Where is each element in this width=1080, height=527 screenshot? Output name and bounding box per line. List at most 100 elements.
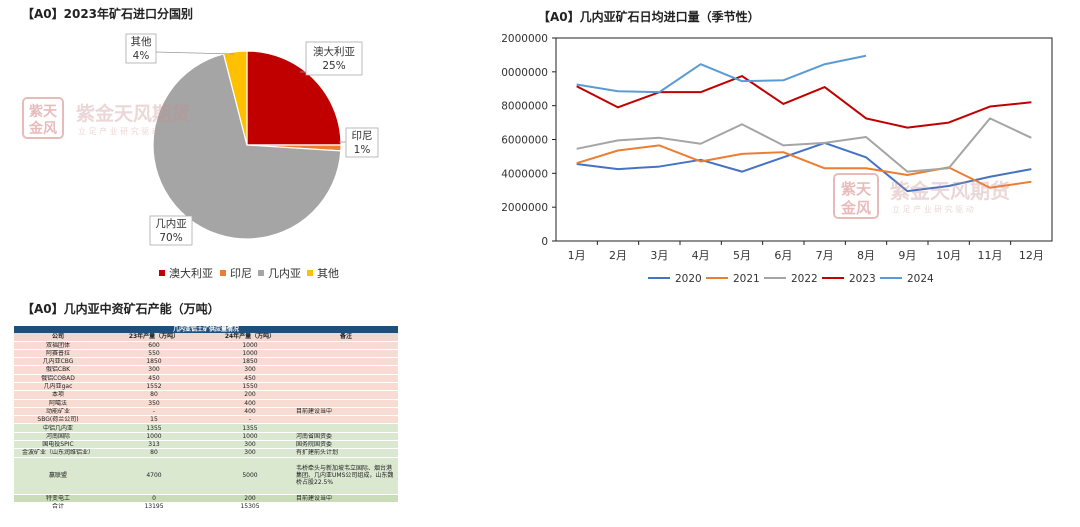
pie-label-other-pct: 4% [133,50,150,62]
table-row: 本项 80 200 [14,390,399,400]
y24-cell: 1000 [206,432,294,442]
y24-cell: 5000 [206,457,294,495]
y23-cell: 300 [102,365,206,375]
watermark-seal-bottom: 金风 [28,120,57,137]
note-cell [294,349,399,359]
y23-cell: 0 [102,494,206,503]
company-cell: 几内亚gac [14,382,102,392]
legend-label-2021: 2021 [733,273,760,285]
note-cell: 有扩建前头计划 [294,448,399,458]
x-tick-label: 12月 [1019,249,1044,262]
x-tick-label: 2月 [609,249,627,262]
note-cell [294,423,399,433]
table-row: 河南国际 1000 1000 河南省国资委 [14,432,399,442]
x-tick-label: 10月 [936,249,961,262]
x-tick-label: 6月 [774,249,792,262]
pie-label-australia-name: 澳大利亚 [313,45,355,58]
line-chart-title: 【A0】几内亚矿石日均进口量（季节性） [538,10,760,24]
legend-label-indonesia: 印尼 [230,267,252,280]
legend-label-2024: 2024 [907,273,934,285]
pie-label-guinea-pct: 70% [159,232,182,244]
legend-swatch-indonesia [220,270,226,276]
leader-line-other [155,51,235,55]
y23-cell: 15 [102,415,206,425]
note-cell [294,357,399,367]
note-cell: 国务院国资委 [294,440,399,450]
table-row: 阿噶法 350 400 [14,399,399,408]
legend-label-2023: 2023 [849,273,876,285]
note-cell [294,374,399,384]
series-line-2023 [576,75,1032,129]
watermark-seal-logo-2: 紫天 金风 [833,173,879,219]
capacity-table-container: 几内亚铝土矿供应量情况 公司 23年产量（万吨） 24年产量（万吨） 备注 双福… [14,326,399,512]
series-line-2022 [576,117,1032,173]
table-row: 国电投SPIC 313 300 国务院国资委 [14,440,399,450]
company-cell: 阿噶法 [14,399,102,408]
pie-label-other-name: 其他 [131,35,152,48]
y24-cell: 1850 [206,357,294,367]
note-cell [294,415,399,425]
y24-cell: 300 [206,448,294,458]
column-header-y24: 24年产量（万吨） [206,333,294,342]
y23-cell: 313 [102,440,206,450]
y24-cell: 1355 [206,423,294,433]
y23-cell: 80 [102,448,206,458]
note-cell: 河南省国资委 [294,432,399,442]
y23-cell: 13195 [102,502,206,512]
table-row: 合计 13195 15305 [14,502,399,512]
y23-cell: 550 [102,349,206,359]
company-cell: 金波矿业（山东润维铝业） [14,448,102,458]
company-cell: 动能矿业 [14,407,102,417]
table-row: 赢联盟 4700 5000 韦桥牵头与新加坡韦立国际、烟台港集团、几内亚UMS公司组成… [14,457,399,495]
legend-label-2022: 2022 [791,273,818,285]
y24-cell: 450 [206,374,294,384]
table-row: 特变电工 0 200 目前建设当中 [14,494,399,503]
pie-label-indonesia-pct: 1% [354,144,371,156]
column-header-y23: 23年产量（万吨） [102,333,206,342]
table-row: 动能矿业 -400 目前建设当中 [14,407,399,417]
capacity-table: 几内亚铝土矿供应量情况 公司 23年产量（万吨） 24年产量（万吨） 备注 双福… [14,326,399,512]
legend-swatch-australia [159,270,165,276]
y23-cell: 1000 [102,432,206,442]
y23-cell: 600 [102,341,206,350]
company-cell: 中铝几内亚 [14,423,102,433]
table-caption: 几内亚铝土矿供应量情况 [14,326,399,334]
x-tick-label: 4月 [692,249,710,262]
note-cell [294,399,399,408]
table-row: 几内亚gac 1552 1550 [14,382,399,392]
watermark-slogan: 立 足 产 业 研 究 驱 动 [78,127,160,136]
company-cell: 双福团体 [14,341,102,350]
note-cell [294,365,399,375]
watermark-slogan-2: 立 足 产 业 研 究 驱 动 [892,205,974,214]
watermark-seal-bottom-2: 金风 [840,199,871,217]
table-row: SBG(荷兰公司) 15- [14,415,399,425]
table-row: 俄铝COBAD 450 450 [14,374,399,384]
y24-cell: 200 [206,390,294,400]
y24-cell: 400 [206,399,294,408]
y-tick-label: 4000000 [501,168,548,180]
table-row: 几内亚CBG 1850 1850 [14,357,399,367]
company-cell: 特变电工 [14,494,102,503]
table-row: 中铝几内亚 1355 1355 [14,423,399,433]
legend-label-2020: 2020 [675,273,702,285]
y24-cell: 300 [206,440,294,450]
line-chart: 0 2000000 4000000 6000000 8000000 10000000 120… [500,33,1053,285]
series-line-2024 [576,54,867,94]
pie-label-australia-pct: 25% [322,60,345,72]
y24-cell: - [206,415,294,425]
company-cell: 国电投SPIC [14,440,102,450]
pie-label-indonesia-name: 印尼 [352,130,373,142]
watermark-brand: 紫金天风期货 [76,103,191,125]
y23-cell: 450 [102,374,206,384]
y23-cell: - [102,407,206,417]
note-cell [294,502,399,512]
note-cell: 韦桥牵头与新加坡韦立国际、烟台港集团、几内亚UMS公司组成，山东魏桥占股22.5… [294,457,399,495]
note-cell [294,382,399,392]
note-cell: 目前建设当中 [294,494,399,503]
y24-cell: 1000 [206,341,294,350]
watermark-seal-top: 紫天 [29,103,58,120]
company-cell: 俄铝COBAD [14,374,102,384]
watermark-brand-2: 紫金天风期货 [890,179,1010,203]
company-cell: 俄铝CBK [14,365,102,375]
column-header-company: 公司 [14,333,102,342]
